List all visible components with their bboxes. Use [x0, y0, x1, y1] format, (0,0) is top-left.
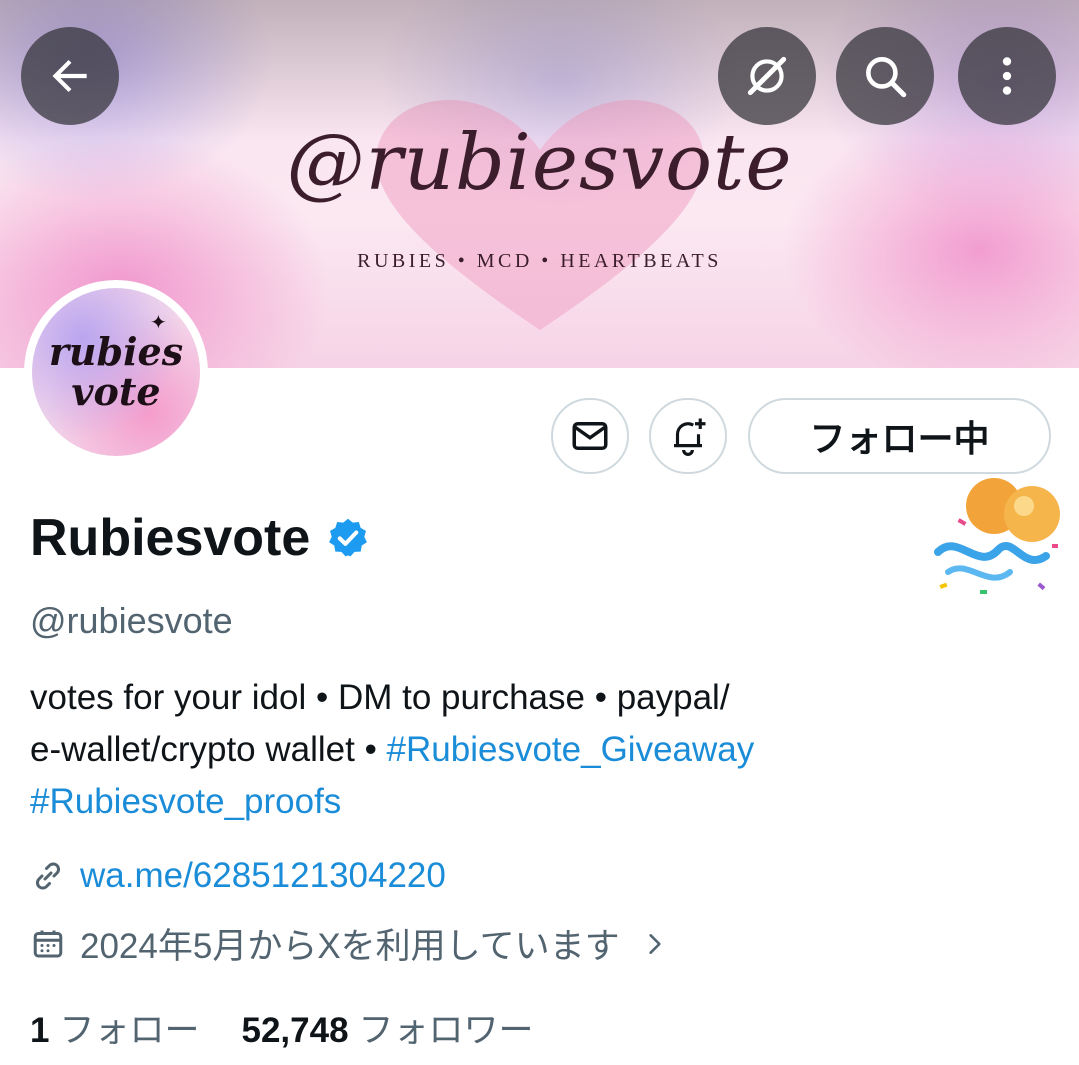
bell-plus-icon: [674, 418, 706, 456]
following-stat[interactable]: 1 フォロー: [30, 1002, 199, 1053]
search-button[interactable]: [836, 27, 934, 125]
calendar-icon: [33, 930, 63, 957]
more-vertical-icon: [1002, 57, 1012, 95]
avatar-image: ✦ rubies vote: [32, 288, 200, 456]
avatar[interactable]: ✦ rubies vote: [24, 280, 208, 464]
followers-count: 52,748: [241, 1011, 349, 1050]
arrow-left-icon: [52, 59, 87, 93]
back-button[interactable]: [21, 27, 119, 125]
search-icon: [866, 57, 907, 98]
following-count: 1: [30, 1011, 50, 1050]
website-row: wa.me/6285121304220: [30, 856, 446, 896]
followers-stat[interactable]: 52,748 フォロワー: [241, 1002, 533, 1053]
verified-badge-icon[interactable]: [326, 516, 370, 560]
followers-label: フォロワー: [358, 1011, 534, 1050]
mail-icon: [572, 422, 608, 450]
username-handle: @rubiesvote: [30, 600, 233, 641]
party-popper-icon: [934, 478, 1060, 594]
joined-date-row[interactable]: 2024年5月からXを利用しています: [30, 918, 668, 969]
display-name: Rubiesvote: [30, 509, 311, 567]
joined-date-text: 2024年5月からXを利用しています: [80, 927, 620, 966]
follow-stats: 1 フォロー 52,748 フォロワー: [30, 1002, 534, 1053]
following-label: フォロー: [59, 1011, 200, 1050]
profile-name-row: Rubiesvote: [30, 508, 370, 568]
notifications-button[interactable]: [649, 398, 727, 474]
hashtag-link[interactable]: #Rubiesvote_Giveaway: [387, 730, 755, 769]
bio-text: votes for your idol • DM to purchase • p…: [30, 678, 730, 717]
profile-bio: votes for your idol • DM to purchase • p…: [30, 672, 1040, 828]
hashtag-link[interactable]: #Rubiesvote_proofs: [30, 782, 341, 821]
banner-tagline: RUBIES • MCD • HEARTBEATS: [357, 250, 722, 272]
grok-button[interactable]: [718, 27, 816, 125]
grok-icon: [747, 56, 787, 96]
more-options-button[interactable]: [958, 27, 1056, 125]
avatar-logo-text: rubies vote: [48, 329, 184, 414]
link-icon: [35, 862, 61, 890]
message-button[interactable]: [551, 398, 629, 474]
banner-handle-art: @rubiesvote: [286, 118, 793, 208]
following-button[interactable]: フォロー中: [748, 398, 1051, 474]
website-link[interactable]: wa.me/6285121304220: [80, 856, 446, 896]
bio-text: e-wallet/crypto wallet •: [30, 730, 387, 769]
chevron-right-icon: [648, 933, 661, 954]
